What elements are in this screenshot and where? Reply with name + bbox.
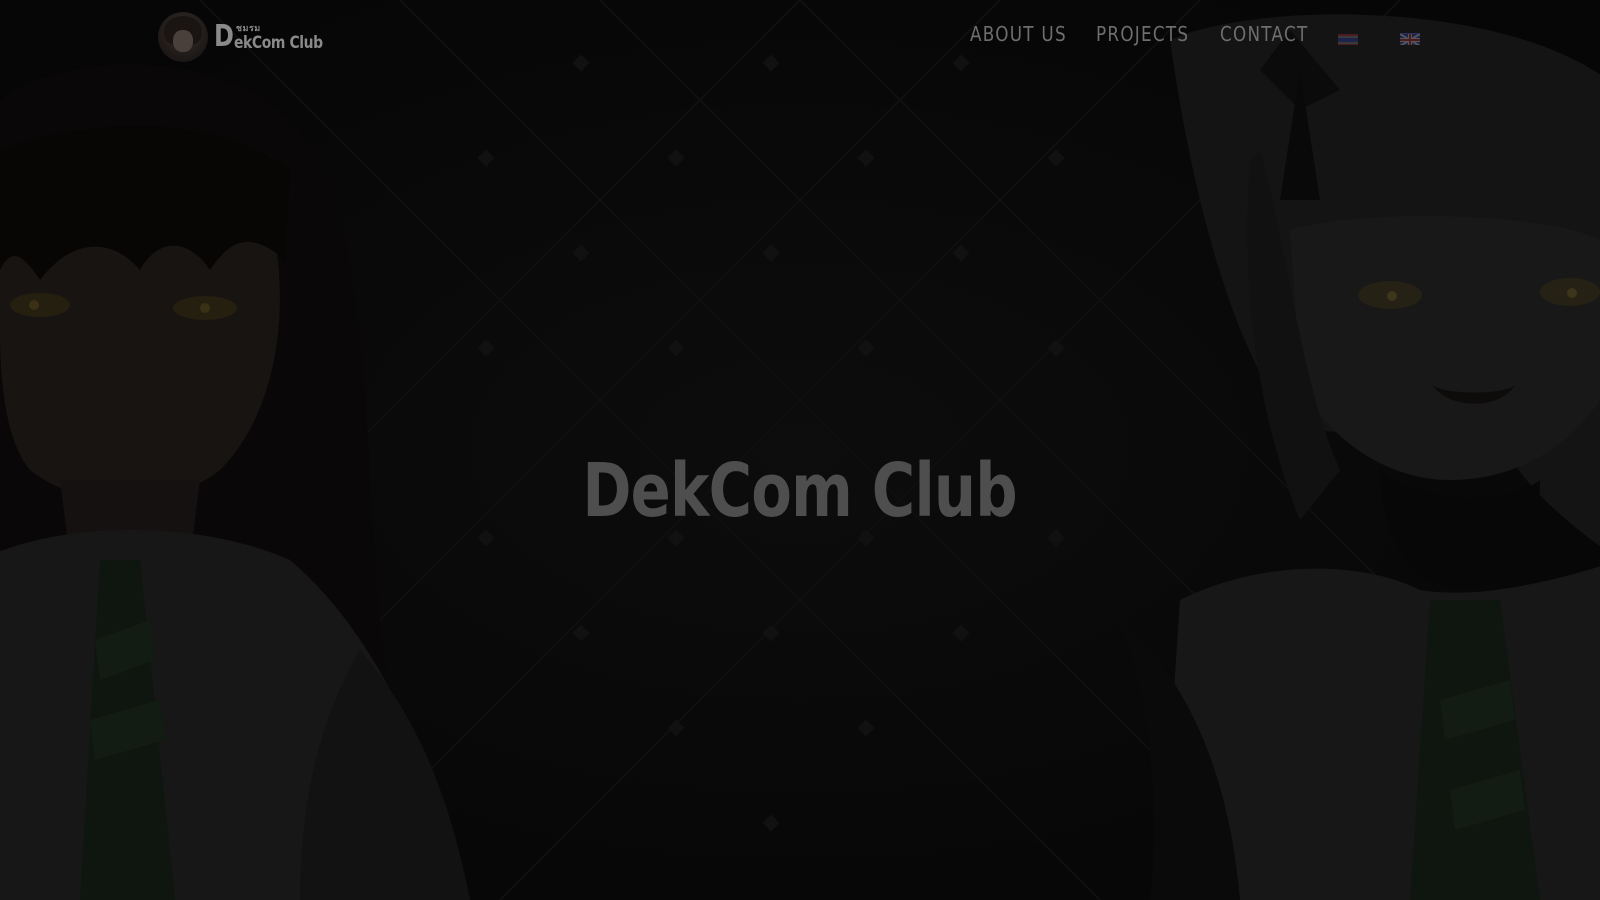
nav-contact[interactable]: CONTACT — [1220, 22, 1308, 46]
uk-flag-icon[interactable] — [1400, 33, 1420, 45]
logo-name: ekCom Club — [233, 33, 323, 53]
hero-title: DekCom Club — [0, 454, 1600, 528]
logo-avatar-icon — [158, 12, 208, 62]
nav-projects[interactable]: PROJECTS — [1096, 22, 1189, 46]
site-logo[interactable]: D ชมรม ekCom Club — [158, 12, 342, 62]
logo-wordmark: D ชมรม ekCom Club — [214, 22, 342, 52]
thai-flag-icon[interactable] — [1338, 33, 1358, 45]
logo-letter: D — [214, 19, 234, 54]
hero-title-text: DekCom Club — [582, 447, 1018, 534]
site-header: D ชมรม ekCom Club ABOUT US PROJECTS CONT… — [0, 0, 1600, 76]
landing-page: D ชมรม ekCom Club ABOUT US PROJECTS CONT… — [0, 0, 1600, 900]
nav-about-us[interactable]: ABOUT US — [970, 22, 1067, 46]
